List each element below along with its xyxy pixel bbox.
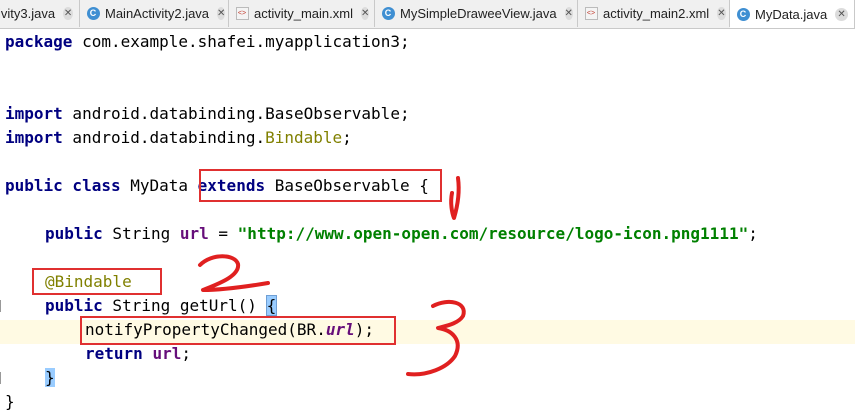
tab-label: MyData.java [755,6,828,22]
tab-label: activity_main.xml [254,6,353,21]
matched-brace: { [265,295,278,316]
tab-activity-main2-xml[interactable]: <> activity_main2.xml ✕ [578,0,730,27]
code-line-geturl-method: public String getUrl() { [45,295,278,316]
annotation-box-bindable [32,268,162,295]
code-editor[interactable]: package com.example.shafei.myapplication… [0,28,855,415]
tab-mysimpledraweeview-java[interactable]: C MySimpleDraweeView.java ✕ [375,0,578,27]
tab-label: activity_main2.xml [603,6,710,21]
annotation-box-extends [199,169,442,202]
tab-label: ivity3.java [0,6,56,21]
tab-activity-main-xml[interactable]: <> activity_main.xml ✕ [229,0,375,27]
java-class-icon: C [86,7,100,21]
code-line-class-close: } [5,392,15,411]
java-class-icon: C [736,7,750,21]
close-tab-icon[interactable]: ✕ [63,7,73,20]
xml-layout-icon: <> [235,7,249,21]
code-line-import-bindable: import android.databinding.Bindable; [5,128,352,147]
tab-label: MySimpleDraweeView.java [400,6,557,21]
close-tab-icon[interactable]: ✕ [564,7,573,20]
close-tab-icon[interactable]: ✕ [717,7,726,20]
annotation-box-notify [80,316,396,345]
tab-mydata-java[interactable]: C MyData.java ✕ [730,0,855,28]
code-line-import-baseobservable: import android.databinding.BaseObservabl… [5,104,410,123]
code-line-url-field: public String url = "http://www.open-ope… [45,224,758,243]
tab-activity3-java[interactable]: ivity3.java ✕ [0,0,80,27]
code-line-method-close: } [45,366,55,390]
close-tab-icon[interactable]: ✕ [217,7,226,20]
fold-marker-icon[interactable] [0,372,7,384]
editor-tab-bar: ivity3.java ✕ C MainActivity2.java ✕ <> … [0,0,855,29]
code-line-return-url: return url; [85,344,191,363]
tab-mainactivity2-java[interactable]: C MainActivity2.java ✕ [80,0,229,27]
matched-brace: } [45,368,55,387]
java-class-icon: C [381,7,395,21]
handwritten-number-2 [198,254,270,292]
handwritten-number-1 [449,176,461,220]
xml-layout-icon: <> [584,7,598,21]
fold-marker-icon[interactable] [0,300,7,312]
code-line-package: package com.example.shafei.myapplication… [5,32,410,51]
close-tab-icon[interactable]: ✕ [835,7,848,21]
close-tab-icon[interactable]: ✕ [360,7,370,20]
tab-label: MainActivity2.java [105,6,210,21]
